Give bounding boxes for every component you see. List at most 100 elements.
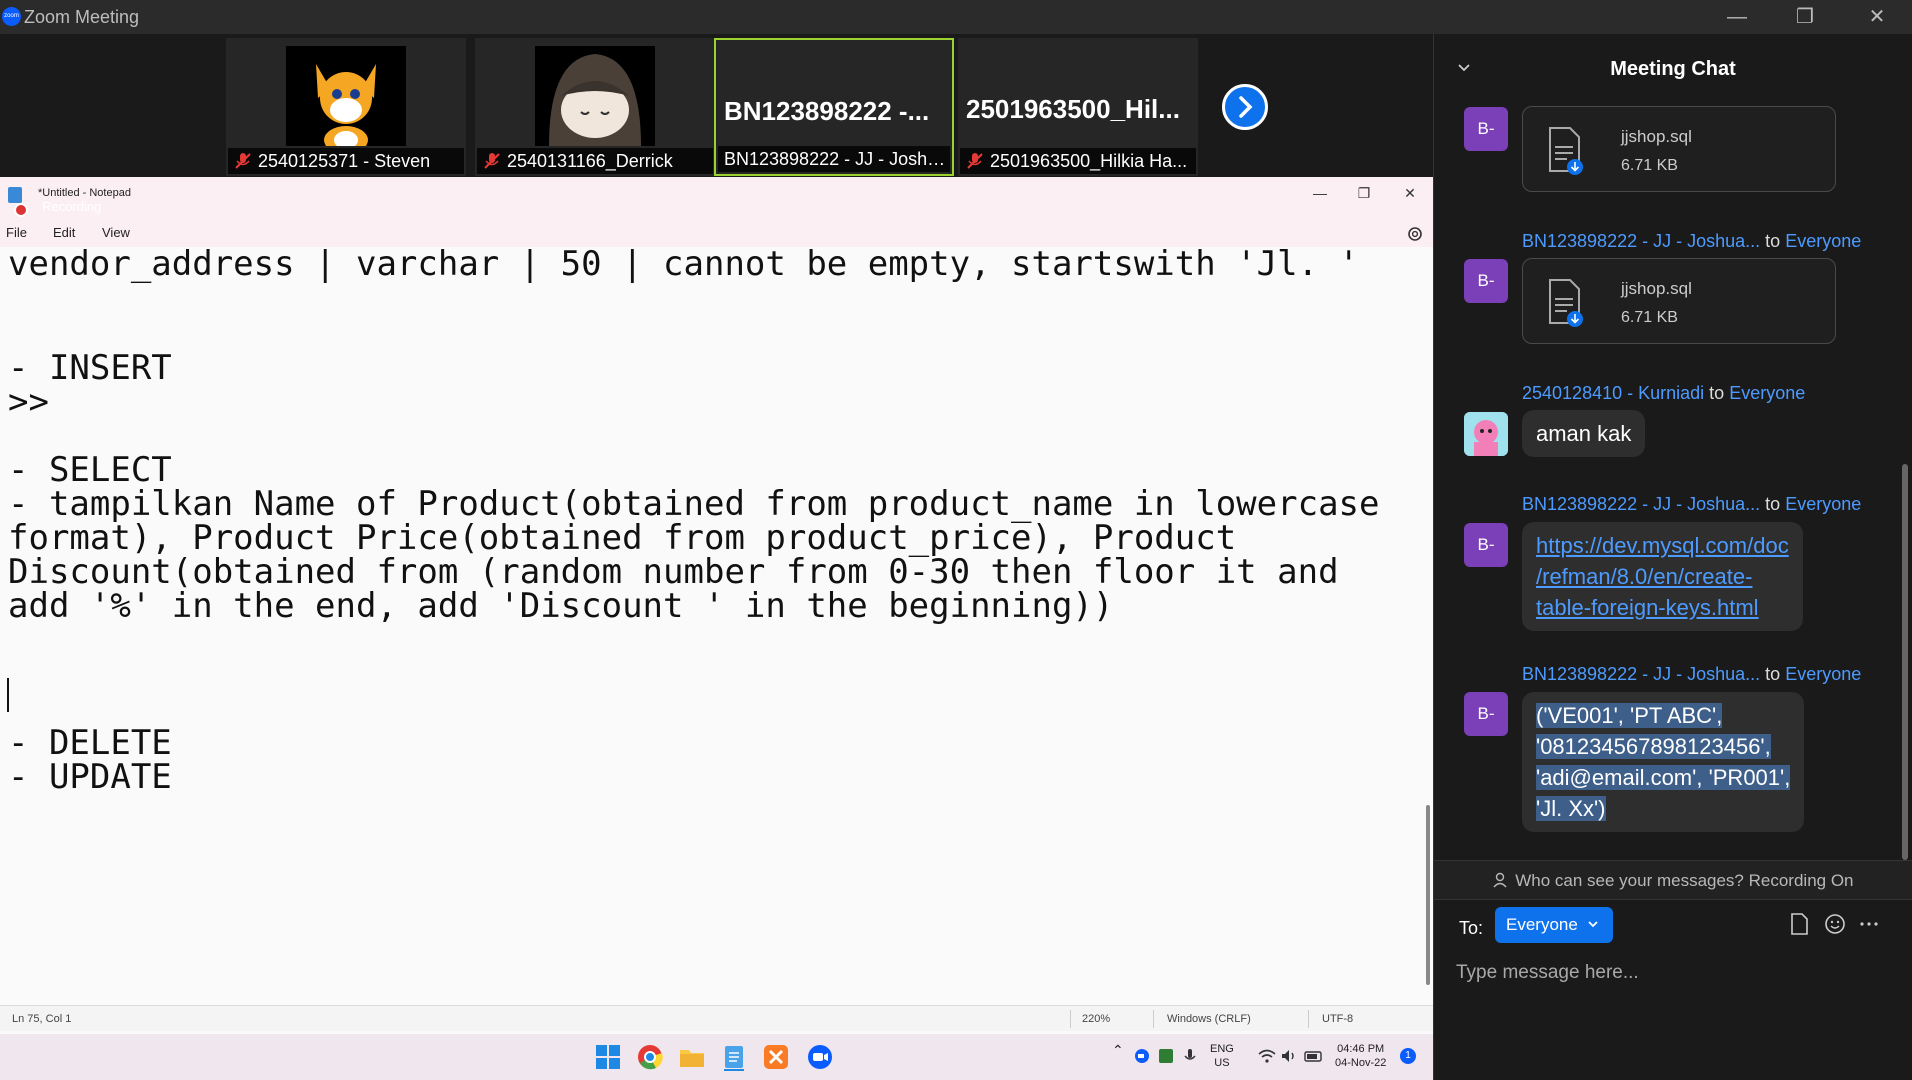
file-name: jjshop.sql	[1621, 279, 1692, 298]
notepad-title: *Untitled - Notepad	[38, 187, 131, 199]
recording-icon	[14, 203, 28, 217]
participant-display-name: 2501963500_Hil...	[966, 94, 1180, 124]
xampp-icon[interactable]	[762, 1043, 790, 1071]
notepad-statusbar: Ln 75, Col 1 220% Windows (CRLF) UTF-8	[0, 1005, 1433, 1031]
file-size: 6.71 KB	[1621, 157, 1678, 174]
encoding: UTF-8	[1322, 1013, 1354, 1025]
sender-name[interactable]: BN123898222 - JJ - Joshua...	[1522, 494, 1760, 514]
notepad-close-button[interactable]: ✕	[1390, 185, 1430, 202]
meeting-chat-panel: Meeting Chat B- jjshop.sql 6.71 KB BN123…	[1433, 34, 1912, 1080]
cursor-position: Ln 75, Col 1	[12, 1013, 72, 1025]
participant-tile-hilkia[interactable]: 2501963500_Hil... 2501963500_Hilkia Ha..…	[958, 38, 1198, 176]
text-line: format), Product Price(obtained from pro…	[8, 518, 1237, 558]
app-tray-icon[interactable]	[1158, 1048, 1174, 1064]
text-line: >>	[8, 382, 49, 422]
selected-text: '081234567898123456',	[1536, 734, 1771, 759]
minimize-button[interactable]: —	[1712, 0, 1762, 34]
fox-avatar-icon	[286, 46, 406, 146]
participant-tile-derrick[interactable]: 2540131166_Derrick	[475, 38, 715, 176]
menu-edit[interactable]: Edit	[53, 225, 75, 240]
status-divider	[1153, 1010, 1154, 1028]
notepad-icon	[8, 187, 22, 203]
windows-start-icon[interactable]	[594, 1043, 622, 1071]
file-attachment[interactable]: jjshop.sql 6.71 KB	[1522, 106, 1836, 192]
menu-file[interactable]: File	[6, 225, 27, 240]
menu-view[interactable]: View	[102, 225, 130, 240]
participant-display-name: BN123898222 -...	[724, 96, 930, 126]
participant-tile-active-speaker[interactable]: BN123898222 -... BN123898222 - JJ - Josh…	[714, 38, 954, 176]
recipient-name[interactable]: Everyone	[1785, 494, 1861, 514]
text-line: - INSERT	[8, 348, 172, 388]
tray-overflow-icon[interactable]: ⌃	[1112, 1042, 1124, 1059]
selected-text: ('VE001', 'PT ABC',	[1536, 703, 1723, 728]
recipient-name[interactable]: Everyone	[1729, 383, 1805, 403]
wifi-icon[interactable]	[1258, 1048, 1276, 1064]
text-line: - SELECT	[8, 450, 172, 490]
emoji-icon[interactable]	[1822, 910, 1848, 938]
chrome-icon[interactable]	[636, 1043, 664, 1071]
avatar: B-	[1464, 692, 1508, 736]
hooded-avatar-icon	[535, 46, 655, 146]
volume-icon[interactable]	[1280, 1048, 1298, 1064]
taskbar: ⌃ ENG US 04:46 PM 04-Nov-22 1	[0, 1034, 1433, 1080]
participant-tile-steven[interactable]: 2540125371 - Steven	[226, 38, 466, 176]
chat-scrollbar[interactable]	[1902, 464, 1908, 860]
status-divider	[1308, 1010, 1309, 1028]
message-bubble: ('VE001', 'PT ABC', '081234567898123456'…	[1522, 692, 1805, 832]
sender-name[interactable]: BN123898222 - JJ - Joshua...	[1522, 664, 1760, 684]
line-ending: Windows (CRLF)	[1167, 1013, 1251, 1025]
status-divider	[1070, 1010, 1071, 1028]
text-line: vendor_address | varchar | 50 | cannot b…	[8, 247, 1360, 284]
message-link[interactable]: https://dev.mysql.com/doc /refman/8.0/en…	[1536, 533, 1789, 620]
mic-muted-icon	[967, 153, 983, 169]
recording-label: Recording	[42, 199, 102, 214]
notepad-text-area[interactable]: vendor_address | varchar | 50 | cannot b…	[0, 247, 1420, 895]
chat-title: Meeting Chat	[1610, 58, 1736, 80]
text-line: - DELETE	[8, 723, 172, 763]
next-page-button[interactable]	[1222, 84, 1268, 130]
battery-icon[interactable]	[1304, 1048, 1324, 1064]
zoom-tray-icon[interactable]	[1134, 1048, 1150, 1064]
participant-name-label: 2540131166_Derrick	[477, 148, 713, 174]
notification-badge[interactable]: 1	[1400, 1048, 1416, 1064]
file-download-icon	[1549, 279, 1583, 327]
text-line: add '%' in the end, add 'Discount ' in t…	[8, 586, 1114, 626]
participant-name-label: 2540125371 - Steven	[228, 148, 464, 174]
sender-name[interactable]: BN123898222 - JJ - Joshua...	[1522, 231, 1760, 251]
message-input[interactable]	[1454, 956, 1894, 990]
participant-name-label: 2501963500_Hilkia Ha...	[960, 148, 1196, 174]
notepad-minimize-button[interactable]: —	[1300, 185, 1340, 201]
recipient-dropdown[interactable]: Everyone	[1495, 907, 1613, 943]
settings-gear-icon[interactable]	[1405, 224, 1425, 244]
close-button[interactable]: ✕	[1852, 0, 1902, 34]
message-header: BN123898222 - JJ - Joshua... to Everyone	[1522, 231, 1862, 251]
recipient-name[interactable]: Everyone	[1785, 664, 1861, 684]
text-line: - tampilkan Name of Product(obtained fro…	[8, 484, 1380, 524]
avatar: B-	[1464, 259, 1508, 303]
privacy-notice[interactable]: Who can see your messages? Recording On	[1434, 860, 1912, 900]
sender-name[interactable]: 2540128410 - Kurniadi	[1522, 383, 1704, 403]
message-bubble: https://dev.mysql.com/doc /refman/8.0/en…	[1522, 522, 1803, 631]
notepad-menubar: File Edit View	[0, 221, 1433, 247]
microphone-icon[interactable]	[1182, 1048, 1198, 1064]
message-header: BN123898222 - JJ - Joshua... to Everyone	[1522, 494, 1862, 514]
notepad-maximize-button[interactable]: ❐	[1344, 185, 1384, 202]
language-indicator[interactable]: ENG US	[1210, 1042, 1234, 1070]
clock[interactable]: 04:46 PM 04-Nov-22	[1335, 1042, 1386, 1070]
restore-button[interactable]: ❐	[1780, 0, 1830, 34]
video-strip: 2540125371 - Steven 2540131166_Derrick B…	[0, 34, 1433, 177]
file-attach-icon[interactable]	[1786, 910, 1812, 938]
mic-muted-icon	[484, 153, 500, 169]
more-options-icon[interactable]	[1856, 910, 1882, 938]
file-attachment[interactable]: jjshop.sql 6.71 KB	[1522, 258, 1836, 344]
zoom-taskbar-icon[interactable]	[806, 1043, 834, 1071]
recipient-name[interactable]: Everyone	[1785, 231, 1861, 251]
message-header: BN123898222 - JJ - Joshua... to Everyone	[1522, 664, 1862, 684]
notepad-taskbar-icon[interactable]	[720, 1043, 748, 1071]
chevron-right-icon	[1239, 96, 1253, 118]
notepad-scrollbar[interactable]	[1426, 805, 1430, 985]
zoom-titlebar: zoom Zoom Meeting — ❐ ✕	[0, 0, 1912, 34]
pink-character-avatar-icon	[1464, 412, 1508, 456]
to-label: To:	[1459, 918, 1484, 938]
file-explorer-icon[interactable]	[678, 1043, 706, 1071]
